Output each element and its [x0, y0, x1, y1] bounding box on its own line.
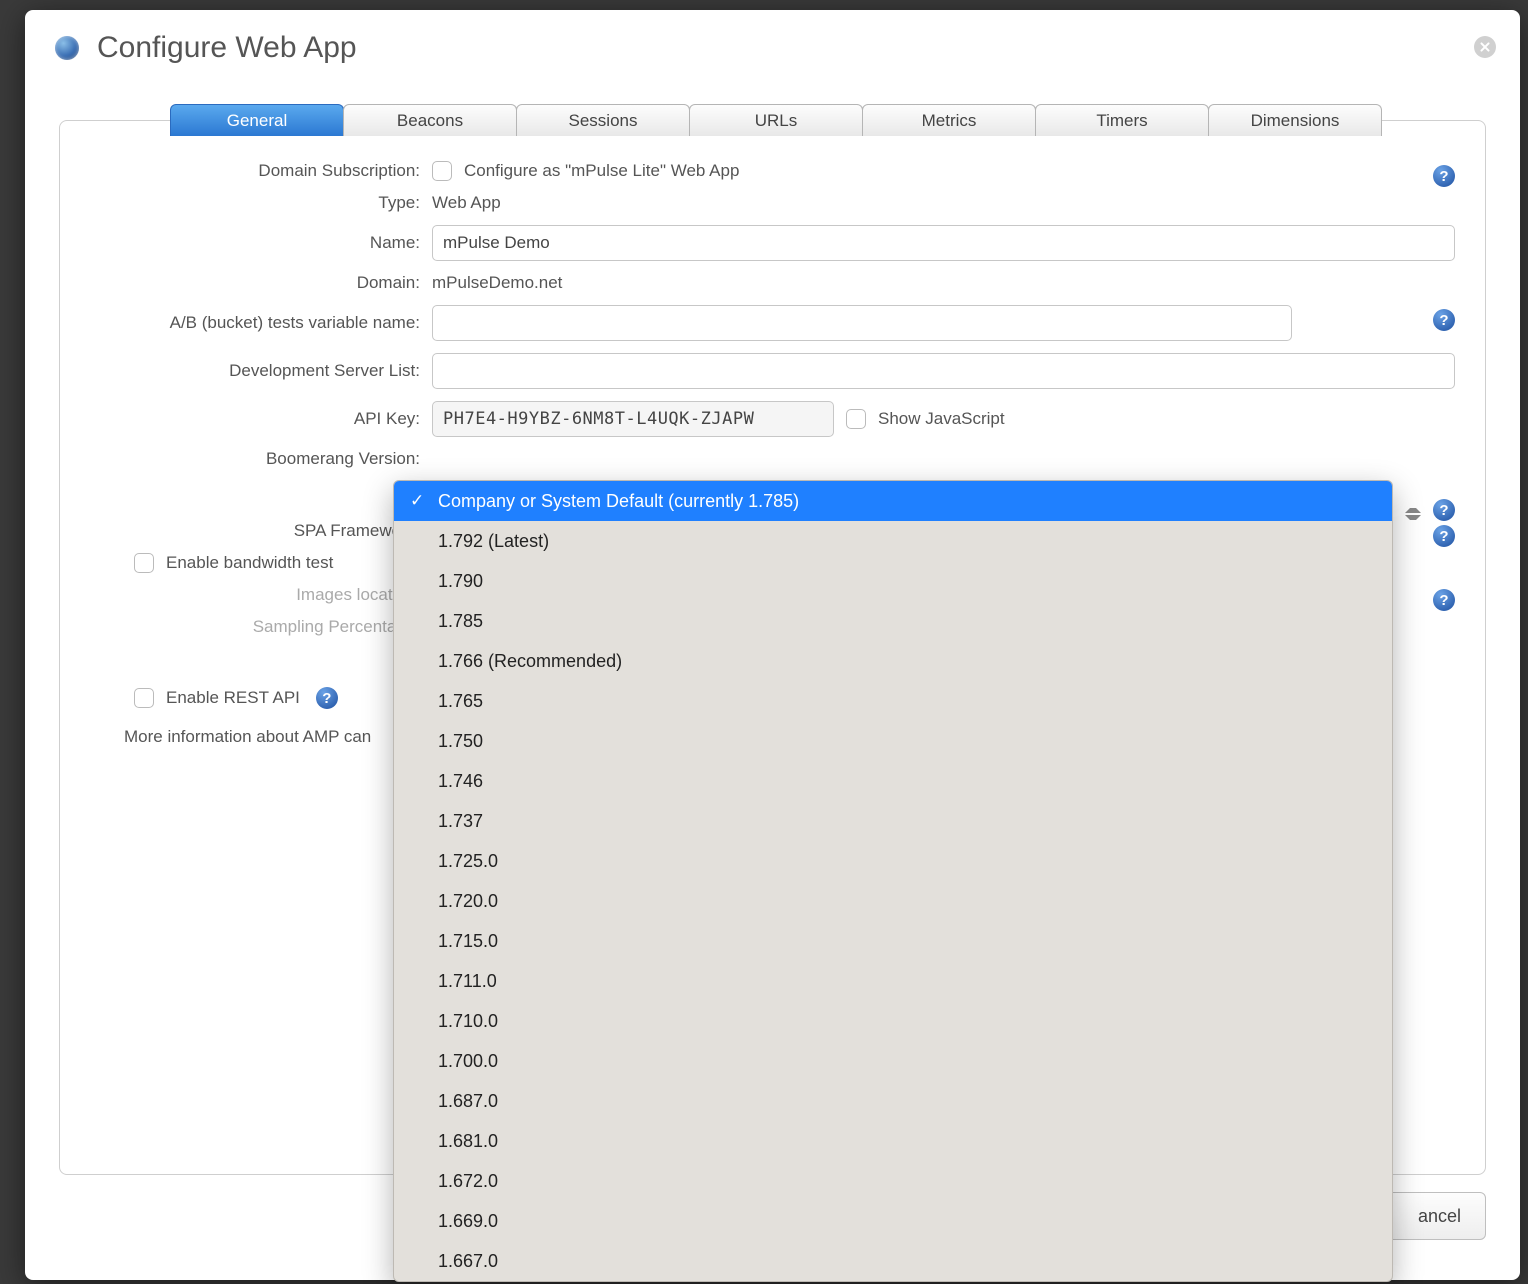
help-icon[interactable]: ? — [1433, 589, 1455, 611]
boomerang-version-label: Boomerang Version: — [90, 449, 432, 469]
ab-label: A/B (bucket) tests variable name: — [90, 313, 432, 333]
select-caret-icon — [1405, 502, 1421, 526]
dropdown-option[interactable]: 1.710.0 — [394, 1001, 1392, 1041]
help-icon[interactable]: ? — [1433, 499, 1455, 521]
tab-beacons[interactable]: Beacons — [343, 104, 517, 136]
domain-label: Domain: — [90, 273, 432, 293]
dropdown-option[interactable]: 1.737 — [394, 801, 1392, 841]
rest-api-label: Enable REST API — [166, 688, 300, 708]
dropdown-option[interactable]: 1.792 (Latest) — [394, 521, 1392, 561]
domain-subscription-label: Domain Subscription: — [90, 161, 432, 181]
dialog-title: Configure Web App — [97, 31, 357, 65]
dev-server-label: Development Server List: — [90, 361, 432, 381]
dropdown-option[interactable]: 1.672.0 — [394, 1161, 1392, 1201]
dropdown-option[interactable]: 1.785 — [394, 601, 1392, 641]
ab-input[interactable] — [432, 305, 1292, 341]
dropdown-option[interactable]: 1.700.0 — [394, 1041, 1392, 1081]
dialog-header: Configure Web App — [25, 10, 1520, 86]
cancel-button-label: ancel — [1418, 1206, 1461, 1227]
mpulse-lite-checkbox-label: Configure as "mPulse Lite" Web App — [464, 161, 739, 181]
tab-timers[interactable]: Timers — [1035, 104, 1209, 136]
help-icon[interactable]: ? — [1433, 309, 1455, 331]
dropdown-option[interactable]: 1.669.0 — [394, 1201, 1392, 1241]
dev-server-input[interactable] — [432, 353, 1455, 389]
tab-sessions[interactable]: Sessions — [516, 104, 690, 136]
dropdown-option[interactable]: 1.681.0 — [394, 1121, 1392, 1161]
tab-dimensions[interactable]: Dimensions — [1208, 104, 1382, 136]
show-js-label: Show JavaScript — [878, 409, 1005, 429]
globe-icon — [55, 36, 79, 60]
dropdown-option[interactable]: 1.765 — [394, 681, 1392, 721]
dropdown-option[interactable]: 1.725.0 — [394, 841, 1392, 881]
name-label: Name: — [90, 233, 432, 253]
dropdown-option[interactable]: 1.715.0 — [394, 921, 1392, 961]
help-icon[interactable]: ? — [1433, 165, 1455, 187]
boomerang-version-dropdown[interactable]: Company or System Default (currently 1.7… — [393, 480, 1393, 1282]
dropdown-option[interactable]: 1.711.0 — [394, 961, 1392, 1001]
tab-urls[interactable]: URLs — [689, 104, 863, 136]
name-input[interactable] — [432, 225, 1455, 261]
dropdown-option[interactable]: 1.790 — [394, 561, 1392, 601]
mpulse-lite-checkbox[interactable] — [432, 161, 452, 181]
api-key-input[interactable] — [432, 401, 834, 437]
images-location-label: Images location: — [90, 585, 432, 605]
api-key-label: API Key: — [90, 409, 432, 429]
dropdown-option[interactable]: 1.667.0 — [394, 1241, 1392, 1281]
tabstrip: General Beacons Sessions URLs Metrics Ti… — [170, 104, 1381, 136]
bandwidth-checkbox[interactable] — [134, 553, 154, 573]
type-label: Type: — [90, 193, 432, 213]
help-icon[interactable]: ? — [1433, 525, 1455, 547]
rest-api-checkbox[interactable] — [134, 688, 154, 708]
type-value: Web App — [432, 193, 501, 213]
dropdown-option[interactable]: 1.750 — [394, 721, 1392, 761]
spa-framework-label: SPA Framework: — [90, 521, 432, 541]
domain-value: mPulseDemo.net — [432, 273, 562, 293]
tab-general[interactable]: General — [170, 104, 344, 136]
dropdown-option[interactable]: 1.746 — [394, 761, 1392, 801]
dropdown-option[interactable]: 1.720.0 — [394, 881, 1392, 921]
dropdown-option[interactable]: 1.687.0 — [394, 1081, 1392, 1121]
show-js-checkbox[interactable] — [846, 409, 866, 429]
tab-metrics[interactable]: Metrics — [862, 104, 1036, 136]
sampling-percentage-label: Sampling Percentage: — [90, 617, 432, 637]
dropdown-option[interactable]: Company or System Default (currently 1.7… — [394, 481, 1392, 521]
close-icon[interactable] — [1474, 36, 1496, 58]
bandwidth-label: Enable bandwidth test — [166, 553, 333, 573]
dropdown-option[interactable]: 1.766 (Recommended) — [394, 641, 1392, 681]
help-icon[interactable]: ? — [316, 687, 338, 709]
